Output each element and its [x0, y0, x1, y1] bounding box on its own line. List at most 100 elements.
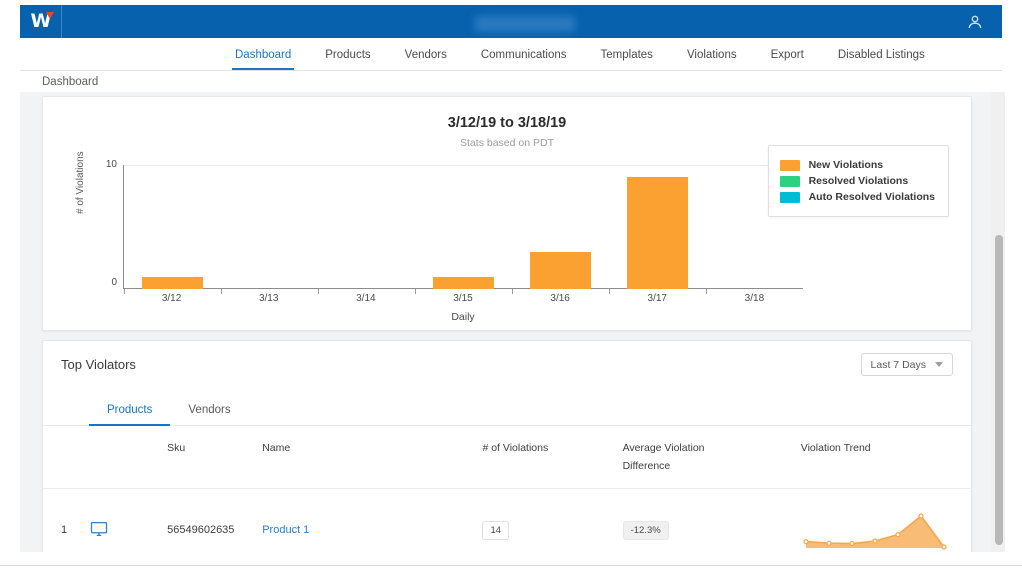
tab-vendors[interactable]: Vendors	[170, 396, 248, 425]
bar-slot-3-13	[221, 165, 318, 294]
logo-spark-icon	[46, 12, 55, 19]
col-header-line2: Difference	[622, 460, 671, 472]
bar-3-15[interactable]	[433, 276, 494, 289]
violators-tabs: Products Vendors	[43, 396, 971, 426]
app-logo[interactable]: W	[20, 5, 62, 38]
bottom-divider	[0, 565, 1022, 566]
x-axis-label: Daily	[451, 311, 475, 323]
breadcrumb: Dashboard	[42, 76, 98, 88]
col-header-average-violation-difference[interactable]: Average Violation Difference	[622, 426, 801, 489]
chevron-down-icon	[935, 362, 943, 367]
violation-trend-sparkline	[803, 513, 947, 550]
vertical-scrollbar-thumb[interactable]	[995, 235, 1003, 545]
x-label-3-17: 3/17	[647, 293, 667, 304]
top-header-bar: W	[20, 5, 1002, 38]
col-header-name[interactable]: Name	[262, 426, 483, 489]
breadcrumb-label: Dashboard	[42, 76, 99, 88]
nav-label: Violations	[686, 49, 737, 61]
col-header-icon	[89, 426, 168, 489]
col-header-sku[interactable]: Sku	[167, 426, 263, 489]
nav-item-dashboard[interactable]: Dashboard	[218, 49, 308, 70]
main-nav: Dashboard Products Vendors Communication…	[20, 38, 1002, 71]
cell-violations: 14	[482, 488, 623, 552]
nav-item-templates[interactable]: Templates	[584, 49, 670, 70]
blurred-header-title	[475, 16, 575, 32]
sparkline-point-1[interactable]	[826, 540, 832, 546]
tab-products[interactable]: Products	[89, 396, 171, 426]
sparkline-point-3[interactable]	[872, 538, 878, 544]
chart-legend: New Violations Resolved Violations Auto …	[767, 145, 949, 217]
cell-rank: 1	[43, 488, 90, 552]
sparkline-point-6[interactable]	[941, 544, 947, 550]
nav-label: Communications	[480, 49, 567, 61]
bar-series	[124, 165, 803, 294]
sparkline-point-4[interactable]	[895, 532, 901, 538]
bar-3-17[interactable]	[627, 177, 688, 289]
col-header-line1: Average Violation	[622, 442, 705, 454]
nav-item-vendors[interactable]: Vendors	[388, 49, 464, 70]
nav-item-communications[interactable]: Communications	[464, 49, 584, 70]
top-violators-card: Top Violators Last 7 Days Products Vendo…	[42, 340, 972, 552]
violations-badge: 14	[482, 520, 510, 540]
x-label-3-16: 3/16	[550, 293, 570, 304]
tab-label: Vendors	[188, 404, 231, 416]
cell-name: Product 1	[262, 488, 483, 552]
sparkline-point-2[interactable]	[849, 540, 855, 547]
cell-sku: 56549602635	[167, 488, 263, 552]
chart-title: 3/12/19 to 3/18/19	[447, 115, 567, 131]
bar-3-12[interactable]	[142, 276, 203, 289]
nav-item-disabled-listings[interactable]: Disabled Listings	[821, 49, 942, 70]
nav-item-violations[interactable]: Violations	[670, 49, 754, 70]
x-label-3-12: 3/12	[161, 293, 182, 304]
table-header-row: Sku Name # of Violations Average Violati…	[43, 426, 971, 489]
bar-slot-3-16	[512, 165, 609, 294]
x-label-3-15: 3/15	[453, 293, 473, 304]
legend-label: Auto Resolved Violations	[808, 191, 935, 203]
violations-chart-card: 3/12/19 to 3/18/19 Stats based on PDT # …	[42, 96, 972, 331]
cell-product-type-icon	[89, 488, 168, 552]
monitor-icon	[89, 521, 109, 541]
bar-slot-3-15	[415, 165, 512, 294]
y-axis-label: # of Violations	[75, 151, 86, 214]
sparkline-point-0[interactable]	[803, 538, 809, 545]
legend-item-auto-resolved-violations[interactable]: Auto Resolved Violations	[779, 191, 935, 203]
walmart-logo-icon: W	[31, 12, 55, 31]
legend-item-resolved-violations[interactable]: Resolved Violations	[779, 175, 935, 187]
violators-table: Sku Name # of Violations Average Violati…	[43, 426, 971, 552]
top-violators-title: Top Violators	[61, 357, 136, 372]
y-axis-tick-0: 0	[111, 277, 117, 288]
nav-label: Vendors	[404, 49, 447, 61]
nav-label: Dashboard	[235, 49, 292, 61]
user-account-icon[interactable]	[966, 13, 984, 31]
legend-swatch-icon	[779, 175, 800, 187]
dashboard-content: 3/12/19 to 3/18/19 Stats based on PDT # …	[20, 92, 1002, 552]
nav-label: Templates	[600, 49, 653, 61]
x-axis-tick-labels: 3/12 3/13 3/14 3/15 3/16 3/17 3/18	[123, 293, 803, 304]
cell-violation-trend	[800, 488, 971, 552]
bar-slot-3-17	[609, 165, 706, 294]
dashboard-page: W Dashboard Products Vendors Communicati…	[0, 0, 1022, 574]
product-link[interactable]: Product 1	[262, 524, 309, 536]
cell-average-difference: -12.3%	[622, 488, 801, 552]
bar-3-16[interactable]	[530, 251, 591, 289]
x-label-3-13: 3/13	[258, 293, 279, 304]
tab-label: Products	[107, 404, 153, 416]
x-label-3-18: 3/18	[744, 293, 765, 304]
average-difference-badge: -12.3%	[622, 520, 669, 540]
y-axis-tick-10: 10	[105, 159, 117, 170]
col-header-violations[interactable]: # of Violations	[482, 426, 623, 489]
legend-swatch-icon	[779, 191, 800, 203]
date-range-value: Last 7 Days	[870, 358, 926, 371]
col-header-violation-trend: Violation Trend	[800, 426, 971, 489]
nav-item-products[interactable]: Products	[308, 49, 387, 70]
legend-label: New Violations	[808, 159, 884, 171]
col-header-rank	[43, 426, 90, 489]
table-row[interactable]: 1 56549602635 Product 1 14 -12.3%	[43, 488, 971, 552]
date-range-select[interactable]: Last 7 Days	[860, 353, 953, 376]
legend-swatch-icon	[779, 159, 800, 171]
bar-slot-3-14	[318, 165, 415, 294]
sparkline-point-5[interactable]	[918, 513, 924, 519]
legend-item-new-violations[interactable]: New Violations	[779, 159, 935, 171]
nav-label: Export	[770, 49, 804, 61]
nav-item-export[interactable]: Export	[754, 49, 821, 70]
